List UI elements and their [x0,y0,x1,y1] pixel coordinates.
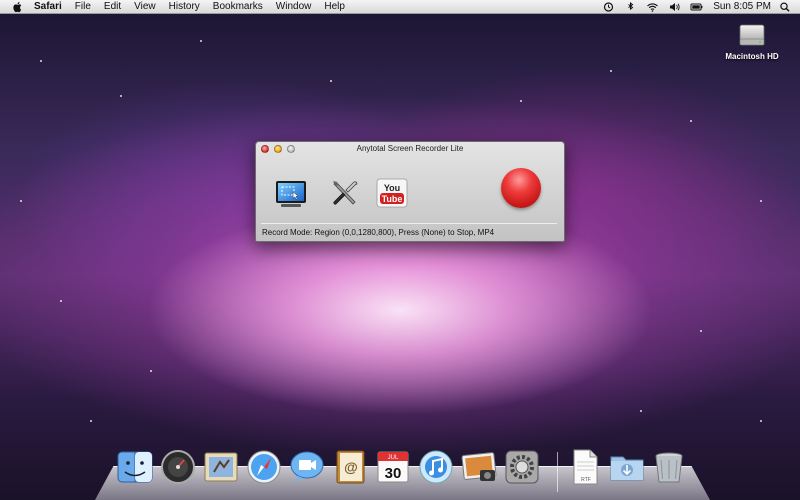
calendar-day: 30 [385,465,402,482]
settings-tools-icon[interactable] [329,178,361,208]
menu-history[interactable]: History [169,0,200,14]
record-button[interactable] [501,168,541,208]
calendar-month: JUL [388,455,399,461]
youtube-you-text: You [384,183,400,193]
address-book-icon[interactable]: @ [331,448,369,486]
menu-clock[interactable]: Sun 8:05 PM [713,0,771,14]
menu-bookmarks[interactable]: Bookmarks [213,0,263,14]
window-divider [261,223,557,224]
recorder-window: Anytotal Screen Recorder Lite You Tube R… [255,141,565,242]
rtf-label: RTF [581,477,591,483]
menu-extras: Sun 8:05 PM [593,0,792,14]
record-status-text: Record Mode: Region (0,0,1280,800), Pres… [262,228,495,237]
menu-window[interactable]: Window [276,0,312,14]
dock-separator [557,452,558,492]
system-preferences-icon[interactable] [503,448,541,486]
rtf-document-icon[interactable]: RTF [566,448,604,486]
window-titlebar[interactable]: Anytotal Screen Recorder Lite [256,142,564,156]
drive-label: Macintosh HD [725,52,779,61]
svg-text:@: @ [344,459,358,475]
select-region-icon[interactable] [275,179,307,209]
time-machine-icon[interactable] [602,2,615,12]
dashboard-icon[interactable] [159,448,197,486]
battery-icon[interactable] [690,2,703,12]
youtube-tube-text: Tube [382,194,403,204]
finder-icon[interactable] [116,448,154,486]
volume-icon[interactable] [668,2,681,12]
itunes-icon[interactable] [417,448,455,486]
safari-icon[interactable] [245,448,283,486]
menu-view[interactable]: View [134,0,156,14]
menu-help[interactable]: Help [324,0,345,14]
hard-drive-icon [739,24,765,46]
downloads-folder-icon[interactable] [608,448,646,486]
mail-icon[interactable] [202,448,240,486]
menu-edit[interactable]: Edit [104,0,121,14]
ical-icon[interactable]: JUL 30 [374,448,412,486]
macintosh-hd[interactable]: Macintosh HD [722,22,782,61]
window-title: Anytotal Screen Recorder Lite [356,144,464,153]
spotlight-search-icon[interactable] [779,2,792,12]
bluetooth-icon[interactable] [624,2,637,12]
menu-file[interactable]: File [75,0,91,14]
menu-app-safari[interactable]: Safari [34,0,62,14]
menu-bar: Safari File Edit View History Bookmarks … [0,0,800,14]
wifi-icon[interactable] [646,2,659,12]
dock: @ JUL 30 RTF [110,444,700,494]
desktop-wallpaper [0,0,800,500]
trash-icon[interactable] [650,448,688,486]
apple-menu-icon[interactable] [12,1,24,13]
youtube-icon[interactable]: You Tube [376,178,408,208]
ichat-icon[interactable] [288,448,326,486]
iphoto-icon[interactable] [460,448,498,486]
